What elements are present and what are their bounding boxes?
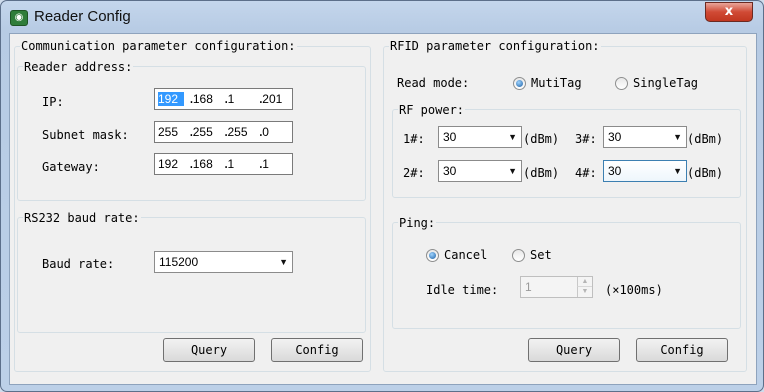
antenna-4-label: 4#:: [575, 166, 597, 180]
chevron-down-icon: ▼: [673, 166, 682, 176]
mask-octet-1[interactable]: 255: [158, 125, 188, 139]
antenna-3-power-value: 30: [608, 130, 622, 144]
spin-up-icon[interactable]: ▲: [577, 277, 592, 287]
gateway-octet-1[interactable]: 192: [158, 157, 188, 171]
ping-cancel-label[interactable]: Cancel: [444, 248, 487, 262]
ping-cancel-radio[interactable]: [426, 249, 439, 262]
read-mode-label: Read mode:: [397, 76, 470, 90]
rs232-group: RS232 baud rate: Baud rate: 115200 ▼: [17, 211, 366, 333]
rfid-query-button[interactable]: Query: [528, 338, 620, 362]
gateway-octet-3[interactable]: 1: [228, 157, 258, 171]
rs232-title: RS232 baud rate:: [23, 211, 141, 225]
antenna-2-power-dropdown[interactable]: 30 ▼: [438, 160, 522, 182]
ping-title: Ping:: [398, 216, 437, 230]
title-bar[interactable]: ◉ Reader Config x: [1, 1, 763, 33]
rf-power-group: RF power: 1#: 30 ▼ (dBm) 3#: 30 ▼ (dBm) …: [392, 103, 741, 198]
chevron-down-icon: ▼: [673, 132, 682, 142]
antenna-1-label: 1#:: [403, 132, 425, 146]
subnet-mask-label: Subnet mask:: [42, 128, 129, 142]
mask-octet-2[interactable]: 255: [193, 125, 223, 139]
comm-query-button[interactable]: Query: [163, 338, 255, 362]
reader-address-group: Reader address: IP: 192. 168. 1. 201 Sub…: [17, 60, 366, 201]
rf-power-title: RF power:: [398, 103, 466, 117]
read-mode-singletag-label[interactable]: SingleTag: [633, 76, 698, 90]
gateway-octet-2[interactable]: 168: [193, 157, 223, 171]
antenna-2-label: 2#:: [403, 166, 425, 180]
rfid-config-title: RFID parameter configuration:: [389, 39, 601, 53]
reader-address-title: Reader address:: [23, 60, 134, 74]
idle-time-spinner[interactable]: 1 ▲ ▼: [520, 276, 593, 298]
gateway-label: Gateway:: [42, 160, 100, 174]
antenna-4-unit: (dBm): [687, 166, 724, 180]
dialog-client-area: Communication parameter configuration: R…: [9, 33, 757, 385]
communication-config-title: Communication parameter configuration:: [20, 39, 297, 53]
idle-time-value: 1: [525, 280, 532, 294]
subnet-mask-field[interactable]: 255. 255. 255. 0: [154, 121, 293, 143]
spin-down-icon[interactable]: ▼: [577, 287, 592, 297]
ip-label: IP:: [42, 95, 64, 109]
ip-octet-3[interactable]: 1: [228, 92, 258, 106]
antenna-2-unit: (dBm): [523, 166, 560, 180]
antenna-1-power-dropdown[interactable]: 30 ▼: [438, 126, 522, 148]
antenna-1-unit: (dBm): [523, 132, 560, 146]
ping-set-label[interactable]: Set: [530, 248, 552, 262]
rfid-config-group: RFID parameter configuration: Read mode:…: [383, 39, 747, 372]
ip-octet-1[interactable]: 192: [158, 92, 184, 106]
idle-time-label: Idle time:: [426, 283, 499, 297]
rfid-config-button[interactable]: Config: [636, 338, 728, 362]
chevron-down-icon: ▼: [279, 257, 288, 267]
baud-rate-label: Baud rate:: [42, 257, 115, 271]
read-mode-mutitag-label[interactable]: MutiTag: [531, 76, 582, 90]
reader-config-window: ◉ Reader Config x Communication paramete…: [0, 0, 764, 392]
antenna-3-unit: (dBm): [687, 132, 724, 146]
read-mode-mutitag-radio[interactable]: [513, 77, 526, 90]
gateway-field[interactable]: 192. 168. 1. 1: [154, 153, 293, 175]
ping-set-radio[interactable]: [512, 249, 525, 262]
mask-octet-3[interactable]: 255: [228, 125, 258, 139]
idle-time-unit: (×100ms): [605, 283, 663, 297]
window-title: Reader Config: [34, 8, 131, 25]
antenna-4-power-value: 30: [608, 164, 622, 178]
reader-app-icon: ◉: [10, 10, 28, 26]
read-mode-singletag-radio[interactable]: [615, 77, 628, 90]
close-button[interactable]: x: [705, 2, 753, 22]
chevron-down-icon: ▼: [508, 132, 517, 142]
antenna-2-power-value: 30: [443, 164, 457, 178]
ip-address-field[interactable]: 192. 168. 1. 201: [154, 88, 293, 110]
antenna-1-power-value: 30: [443, 130, 457, 144]
antenna-3-power-dropdown[interactable]: 30 ▼: [603, 126, 687, 148]
ip-octet-4[interactable]: 201: [262, 92, 292, 106]
ip-octet-2[interactable]: 168: [193, 92, 223, 106]
communication-config-group: Communication parameter configuration: R…: [14, 39, 371, 372]
mask-octet-4[interactable]: 0: [262, 125, 292, 139]
comm-config-button[interactable]: Config: [271, 338, 363, 362]
ping-group: Ping: Cancel Set Idle time: 1 ▲ ▼ (×100m…: [392, 216, 741, 329]
close-icon: x: [724, 4, 734, 19]
chevron-down-icon: ▼: [508, 166, 517, 176]
antenna-3-label: 3#:: [575, 132, 597, 146]
antenna-4-power-dropdown[interactable]: 30 ▼: [603, 160, 687, 182]
baud-rate-dropdown[interactable]: 115200 ▼: [154, 251, 293, 273]
baud-rate-value: 115200: [159, 255, 199, 269]
gateway-octet-4[interactable]: 1: [262, 157, 292, 171]
